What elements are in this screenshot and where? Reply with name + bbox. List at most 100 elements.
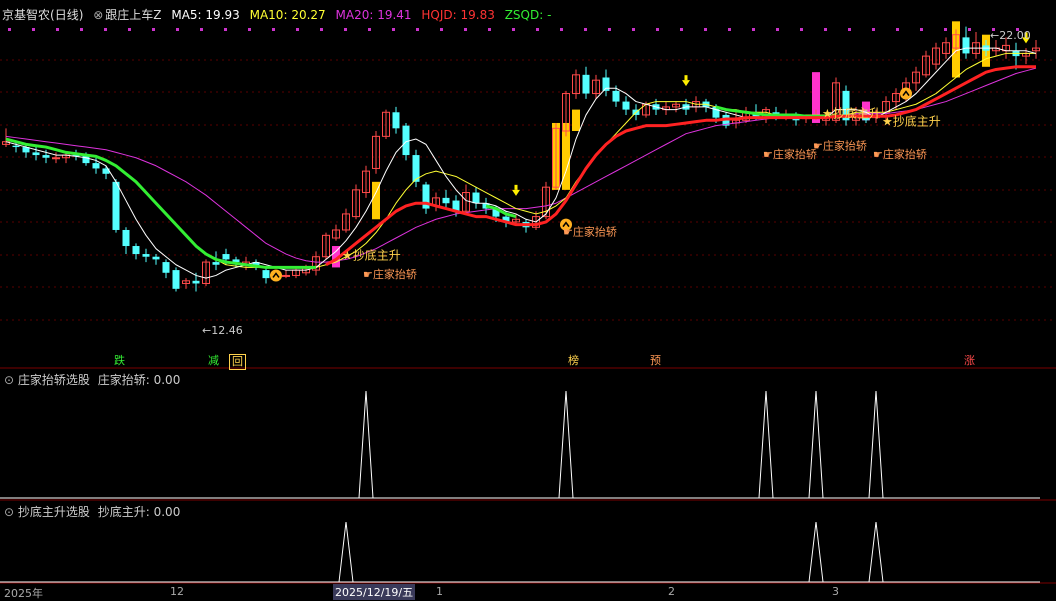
trend-green-line bbox=[485, 204, 517, 219]
down-arrow-icon bbox=[514, 184, 518, 190]
signal-dot bbox=[176, 28, 179, 31]
candle-body bbox=[152, 256, 160, 260]
signal-dot bbox=[344, 28, 347, 31]
signal-dot bbox=[584, 28, 587, 31]
panel2-spike bbox=[808, 390, 824, 499]
panel-toggle-icon[interactable]: ⊙ bbox=[4, 505, 14, 519]
axis-month-label: 3 bbox=[832, 585, 839, 598]
axis-month-label: 2 bbox=[668, 585, 675, 598]
candle-body bbox=[92, 163, 100, 169]
zsqd-readout: ZSQD: - bbox=[504, 8, 552, 22]
zhuangjia-signal-label: ☛庄家抬轿 bbox=[763, 147, 817, 161]
signal-dot bbox=[800, 28, 803, 31]
chaodi-signal-label: ★抄底主升 bbox=[882, 114, 941, 129]
cursor-date-label: 2025/12/19/五 bbox=[333, 584, 416, 600]
down-arrow-icon bbox=[512, 189, 520, 196]
signal-dot bbox=[824, 28, 827, 31]
hqjd-readout: HQJD: 19.83 bbox=[421, 8, 495, 22]
signal-dot bbox=[632, 28, 635, 31]
candle-body bbox=[132, 246, 140, 255]
tag-zhang: 涨 bbox=[964, 354, 975, 367]
tag-jian: 减 bbox=[208, 354, 219, 367]
ma20-line bbox=[5, 67, 1037, 263]
indicator-name[interactable]: 跟庄上车Z bbox=[105, 8, 161, 22]
candle-body bbox=[142, 254, 150, 257]
chaodi-signal-label: ★抄底主升 bbox=[342, 247, 401, 262]
candle-body bbox=[612, 90, 620, 102]
candle-body bbox=[582, 74, 590, 94]
panel3-spike bbox=[868, 521, 884, 583]
axis-month-label: 1 bbox=[436, 585, 443, 598]
signal-dot bbox=[896, 28, 899, 31]
panel2-spike bbox=[758, 390, 774, 499]
candle-body bbox=[472, 192, 480, 204]
ma5-line bbox=[5, 47, 1037, 279]
signal-dot bbox=[512, 28, 515, 31]
candle-body bbox=[442, 197, 450, 204]
candle-body bbox=[122, 229, 130, 247]
signal-dot bbox=[152, 28, 155, 31]
signal-dot bbox=[200, 28, 203, 31]
signal-dot bbox=[224, 28, 227, 31]
signal-dot bbox=[368, 28, 371, 31]
panel3-header[interactable]: ⊙ 抄底主升选股 抄底主升: 0.00 bbox=[4, 503, 180, 520]
signal-dot bbox=[464, 28, 467, 31]
zhuangjia-signal-label: ☛庄家抬轿 bbox=[363, 267, 417, 281]
panel-toggle-icon[interactable]: ⊙ bbox=[4, 373, 14, 387]
chevron-down-icon[interactable]: ⊗ bbox=[93, 8, 103, 22]
candle-body bbox=[392, 112, 400, 129]
signal-dot bbox=[608, 28, 611, 31]
candle-body bbox=[52, 157, 60, 160]
tag-die: 跌 bbox=[114, 354, 125, 367]
candle-body bbox=[32, 152, 40, 156]
panel2-spike bbox=[358, 390, 374, 499]
panel3-spike bbox=[338, 521, 354, 583]
signal-dot bbox=[752, 28, 755, 31]
ma5-readout: MA5: 19.93 bbox=[171, 8, 240, 22]
ma20-readout: MA20: 19.41 bbox=[335, 8, 412, 22]
panel2-spike bbox=[558, 390, 574, 499]
signal-dot bbox=[80, 28, 83, 31]
signal-dot bbox=[320, 28, 323, 31]
signal-dot bbox=[56, 28, 59, 31]
tag-hui: 回 bbox=[229, 354, 246, 370]
up-arrow-icon bbox=[270, 269, 282, 282]
zhuangjia-signal-label: ☛庄家抬轿 bbox=[563, 224, 617, 238]
signal-dot bbox=[8, 28, 11, 31]
low-price-label: ←12.46 bbox=[202, 324, 243, 337]
up-arrow-icon bbox=[900, 87, 912, 100]
panel2-header[interactable]: ⊙ 庄家抬轿选股 庄家抬轿: 0.00 bbox=[4, 371, 180, 388]
candle-body bbox=[112, 181, 120, 230]
candle-body bbox=[12, 145, 20, 148]
signal-dot bbox=[104, 28, 107, 31]
candle-body bbox=[212, 262, 220, 265]
panel3-spike bbox=[808, 521, 824, 583]
signal-dot bbox=[776, 28, 779, 31]
tag-yu: 预 bbox=[650, 354, 661, 367]
candle-body bbox=[162, 262, 170, 273]
signal-dot bbox=[968, 28, 971, 31]
chart-header: 京基智农(日线) ⊗ 跟庄上车Z MA5: 19.93 MA10: 20.27 M… bbox=[2, 6, 557, 23]
high-price-label: ←22.00 bbox=[990, 29, 1031, 42]
signal-dot bbox=[440, 28, 443, 31]
stock-name[interactable]: 京基智农(日线) bbox=[2, 8, 83, 22]
axis-year-label: 2025年 bbox=[4, 587, 43, 600]
signal-dot bbox=[32, 28, 35, 31]
candle-body bbox=[262, 270, 270, 279]
ma10-readout: MA10: 20.27 bbox=[249, 8, 326, 22]
zhuangjia-signal-label: ☛庄家抬轿 bbox=[873, 147, 927, 161]
signal-dot bbox=[944, 28, 947, 31]
signal-dot bbox=[848, 28, 851, 31]
zhuangjia-signal-label: ☛庄家抬轿 bbox=[813, 139, 867, 153]
candle-body bbox=[962, 37, 970, 54]
down-arrow-icon bbox=[684, 75, 688, 81]
candle-body bbox=[42, 155, 50, 158]
signal-dot bbox=[416, 28, 419, 31]
signal-dot bbox=[536, 28, 539, 31]
candle-body bbox=[172, 270, 180, 289]
signal-dot bbox=[128, 28, 131, 31]
signal-dot bbox=[920, 28, 923, 31]
signal-dot bbox=[488, 28, 491, 31]
signal-dot bbox=[296, 28, 299, 31]
signal-dot bbox=[872, 28, 875, 31]
